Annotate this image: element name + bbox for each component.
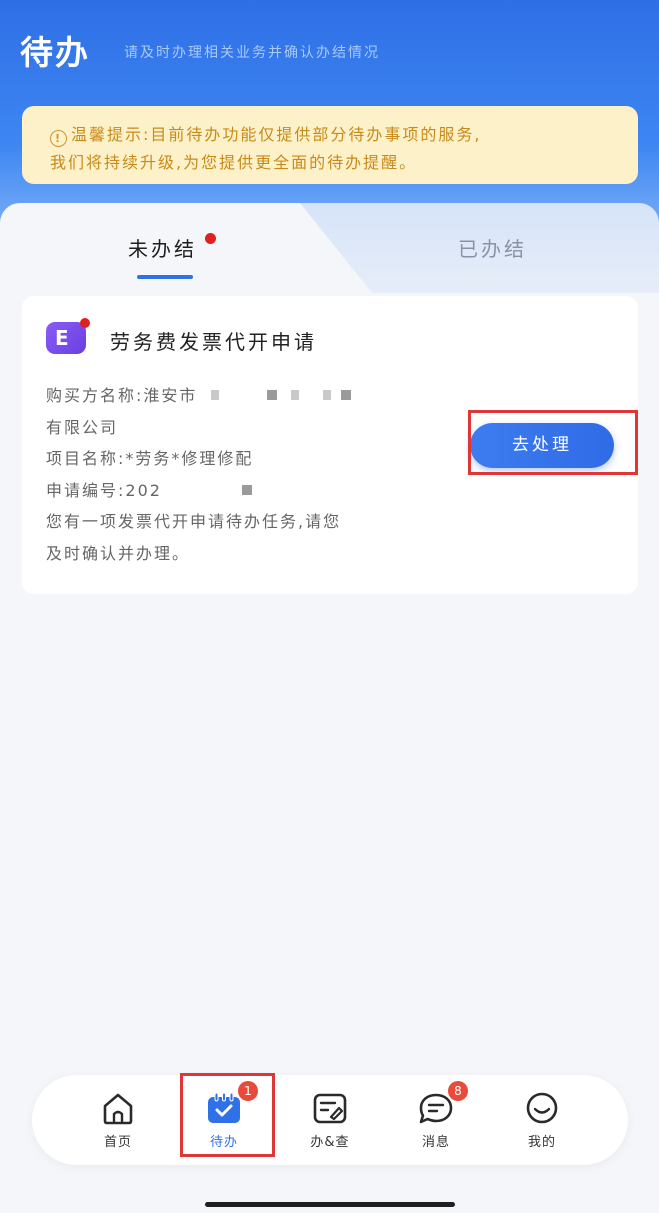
apply-no-label: 申请编号:: [46, 480, 126, 500]
buyer-label: 购买方名称:: [46, 386, 144, 405]
active-tab-indicator: [137, 275, 193, 279]
tabbar-item-mine[interactable]: 我的: [502, 1075, 582, 1165]
invoice-icon-glyph: E: [55, 326, 69, 350]
status-tabs: 未办结 已办结: [0, 203, 659, 293]
tabbar-item-messages[interactable]: 8 消息: [396, 1075, 476, 1165]
apply-no-row: 申请编号:202: [46, 475, 446, 507]
card-details: 购买方名称:淮安市 有限公司 项目名称:*劳务*修理修配 申请编号:202 您有…: [46, 380, 446, 569]
tabbar-label-home: 首页: [103, 1135, 132, 1150]
card-unread-dot: [80, 318, 90, 328]
redacted-block: [267, 390, 278, 400]
tab-done[interactable]: 已办结: [458, 233, 527, 262]
home-icon: [103, 1093, 133, 1125]
redacted-block: [211, 390, 220, 400]
redacted-block: [291, 390, 300, 400]
smile-icon: [526, 1092, 558, 1124]
description-line-1: 您有一项发票代开申请待办任务,请您: [46, 512, 342, 531]
tabbar-item-handle-query[interactable]: 办&查: [290, 1075, 370, 1165]
notice-line-2: 我们将持续升级,为您提供更全面的待办提醒。: [50, 153, 418, 172]
tab-pending[interactable]: 未办结: [128, 233, 197, 262]
unread-dot: [205, 233, 216, 244]
tabbar-item-home[interactable]: 首页: [78, 1075, 158, 1165]
redacted-block: [323, 390, 332, 400]
home-indicator: [205, 1202, 455, 1207]
redacted-block: [241, 484, 252, 495]
description-line-2: 及时确认并办理。: [46, 543, 191, 563]
apply-no-value: 202: [125, 480, 162, 500]
messages-badge: 8: [448, 1081, 468, 1101]
buyer-row: 购买方名称:淮安市: [46, 380, 446, 412]
highlight-box: [180, 1073, 275, 1157]
buyer-value-line-2: 有限公司: [46, 417, 119, 437]
project-value: *劳务*修理修配: [125, 449, 254, 468]
highlight-box: [468, 410, 638, 475]
invoice-icon: E: [46, 318, 90, 354]
redacted-block: [341, 390, 352, 400]
card-title: 劳务费发票代开申请: [110, 330, 317, 354]
project-label: 项目名称:: [46, 449, 126, 468]
edit-form-icon: [313, 1093, 347, 1124]
tabbar-label-mine: 我的: [527, 1135, 556, 1150]
notice-line-1: ! 温馨提示:目前待办功能仅提供部分待办事项的服务,: [50, 121, 618, 149]
tabbar-label-handle-query: 办&查: [310, 1135, 350, 1150]
notice-label: 温馨提示:: [71, 125, 151, 144]
page-title: 待办: [20, 33, 90, 72]
tabbar-label-messages: 消息: [421, 1135, 450, 1150]
bottom-tab-bar: 首页 1 待办 办&查 8 消息 我的: [32, 1075, 628, 1165]
notice-text-1: 目前待办功能仅提供部分待办事项的服务,: [150, 125, 482, 144]
info-icon: !: [50, 130, 67, 147]
buyer-value: 淮安市: [143, 386, 198, 405]
notice-banner: ! 温馨提示:目前待办功能仅提供部分待办事项的服务, 我们将持续升级,为您提供更全…: [22, 106, 638, 184]
page-subtitle: 请及时办理相关业务并确认办结情况: [124, 45, 380, 61]
project-row: 项目名称:*劳务*修理修配: [46, 443, 446, 475]
